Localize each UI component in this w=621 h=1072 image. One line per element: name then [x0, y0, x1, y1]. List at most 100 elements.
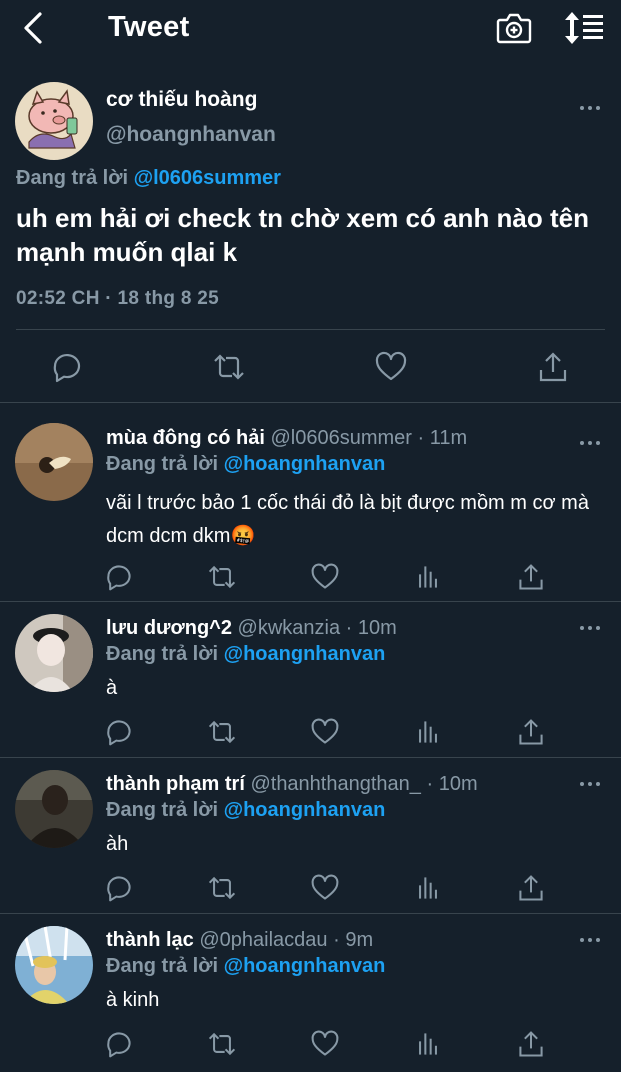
more-dots-icon [580, 938, 600, 942]
like-icon [311, 718, 339, 744]
replying-to-mention[interactable]: @hoangnhanvan [224, 453, 386, 475]
replying-prefix: Đang trả lời [106, 643, 219, 665]
more-options-button[interactable] [576, 433, 604, 453]
author-handle[interactable]: @kwkanzia [238, 617, 341, 639]
reply-icon [107, 1032, 131, 1058]
avatar[interactable] [15, 82, 93, 160]
photo-avatar-image [15, 770, 93, 848]
camera-plus-icon [496, 13, 532, 44]
reply-tweet[interactable]: mùa đông có hải @l0606summer · 11m Đang … [0, 403, 621, 602]
camera-button[interactable] [494, 8, 534, 48]
separator-dot: · [333, 929, 340, 951]
author-name[interactable]: thành phạm trí [106, 773, 245, 795]
reply-button[interactable] [50, 350, 84, 384]
share-button[interactable] [536, 350, 570, 384]
author-handle[interactable]: @hoangnhanvan [106, 123, 276, 147]
replying-to-mention[interactable]: @hoangnhanvan [224, 643, 386, 665]
reply-icon [107, 720, 131, 746]
share-icon [519, 875, 543, 901]
like-button[interactable] [310, 873, 340, 903]
replying-prefix: Đang trả lời [106, 799, 219, 821]
retweet-icon [208, 720, 236, 744]
reply-text: vãi l trước bảo 1 cốc thái đỏ là bịt đượ… [106, 492, 589, 547]
like-icon [375, 351, 407, 381]
avatar[interactable] [15, 770, 93, 848]
retweet-button[interactable] [207, 562, 237, 592]
retweet-button[interactable] [207, 873, 237, 903]
more-options-button[interactable] [576, 98, 604, 118]
photo-avatar-image [15, 423, 93, 501]
reply-header: lưu dương^2 @kwkanzia · 10m [106, 617, 397, 640]
replying-to-mention[interactable]: @hoangnhanvan [224, 955, 386, 977]
author-handle[interactable]: @l0606summer [270, 427, 411, 449]
author-handle[interactable]: @0phailacdau [199, 929, 327, 951]
like-icon [311, 563, 339, 589]
reply-button[interactable] [104, 717, 134, 747]
reply-icon [107, 876, 131, 902]
share-button[interactable] [516, 1029, 546, 1059]
more-dots-icon [580, 441, 600, 445]
share-button[interactable] [516, 717, 546, 747]
separator-dot: · [426, 773, 434, 795]
analytics-icon [419, 721, 437, 743]
retweet-button[interactable] [207, 717, 237, 747]
retweet-icon [208, 565, 236, 589]
like-button[interactable] [310, 562, 340, 592]
avatar[interactable] [15, 423, 93, 501]
avatar[interactable] [15, 926, 93, 1004]
retweet-icon [208, 876, 236, 900]
reply-header: thành phạm trí @thanhthangthan_ · 10m [106, 773, 478, 796]
more-options-button[interactable] [576, 618, 604, 638]
more-dots-icon [580, 782, 600, 786]
more-dots-icon [580, 106, 600, 110]
like-icon [311, 1030, 339, 1056]
separator-dot: · [345, 617, 353, 639]
more-options-button[interactable] [576, 930, 604, 950]
tweet-timestamp: 02:52 CH · 18 thg 8 25 [16, 288, 220, 309]
analytics-button[interactable] [413, 1029, 443, 1059]
share-button[interactable] [516, 873, 546, 903]
more-options-button[interactable] [576, 774, 604, 794]
like-button[interactable] [310, 717, 340, 747]
author-handle[interactable]: @thanhthangthan_ [250, 773, 420, 795]
analytics-button[interactable] [413, 717, 443, 747]
replying-to-line: Đang trả lời @l0606summer [16, 167, 281, 190]
reply-tweet[interactable]: thành phạm trí @thanhthangthan_ · 10m Đa… [0, 758, 621, 914]
share-icon [539, 352, 567, 382]
analytics-button[interactable] [413, 873, 443, 903]
like-button[interactable] [374, 350, 408, 384]
replying-to-mention[interactable]: @l0606summer [134, 167, 281, 189]
back-button[interactable] [16, 10, 52, 46]
retweet-button[interactable] [212, 350, 246, 384]
author-name[interactable]: mùa đông có hải [106, 427, 265, 449]
author-name[interactable]: cơ thiếu hoàng [106, 88, 257, 112]
retweet-button[interactable] [207, 1029, 237, 1059]
reply-button[interactable] [104, 1029, 134, 1059]
reply-header: thành lạc @0phailacdau · 9m [106, 929, 373, 952]
analytics-button[interactable] [413, 562, 443, 592]
replying-prefix: Đang trả lời [16, 167, 129, 189]
author-name[interactable]: lưu dương^2 [106, 617, 232, 639]
sort-button[interactable] [562, 8, 606, 48]
pig-cartoon-avatar-image [15, 82, 93, 160]
share-button[interactable] [516, 562, 546, 592]
reply-tweet[interactable]: thành lạc @0phailacdau · 9m Đang trả lời… [0, 914, 621, 1072]
like-button[interactable] [310, 1029, 340, 1059]
replying-to-line: Đang trả lời @hoangnhanvan [106, 955, 385, 978]
author-name[interactable]: thành lạc [106, 929, 194, 951]
page-title: Tweet [108, 11, 190, 43]
replying-to-line: Đang trả lời @hoangnhanvan [106, 453, 385, 476]
share-icon [519, 1031, 543, 1057]
more-dots-icon [580, 626, 600, 630]
reply-button[interactable] [104, 873, 134, 903]
tweet-page: Tweet cơ thiếu hoàng @hoangnhanvan Đang … [0, 0, 621, 1072]
reply-text: à [106, 677, 118, 699]
replying-to-mention[interactable]: @hoangnhanvan [224, 799, 386, 821]
reply-button[interactable] [104, 562, 134, 592]
avatar[interactable] [15, 614, 93, 692]
replying-prefix: Đang trả lời [106, 453, 219, 475]
reply-tweet[interactable]: lưu dương^2 @kwkanzia · 10m Đang trả lời… [0, 602, 621, 758]
back-chevron-icon [24, 12, 42, 44]
retweet-icon [214, 354, 244, 380]
replying-to-line: Đang trả lời @hoangnhanvan [106, 799, 385, 822]
